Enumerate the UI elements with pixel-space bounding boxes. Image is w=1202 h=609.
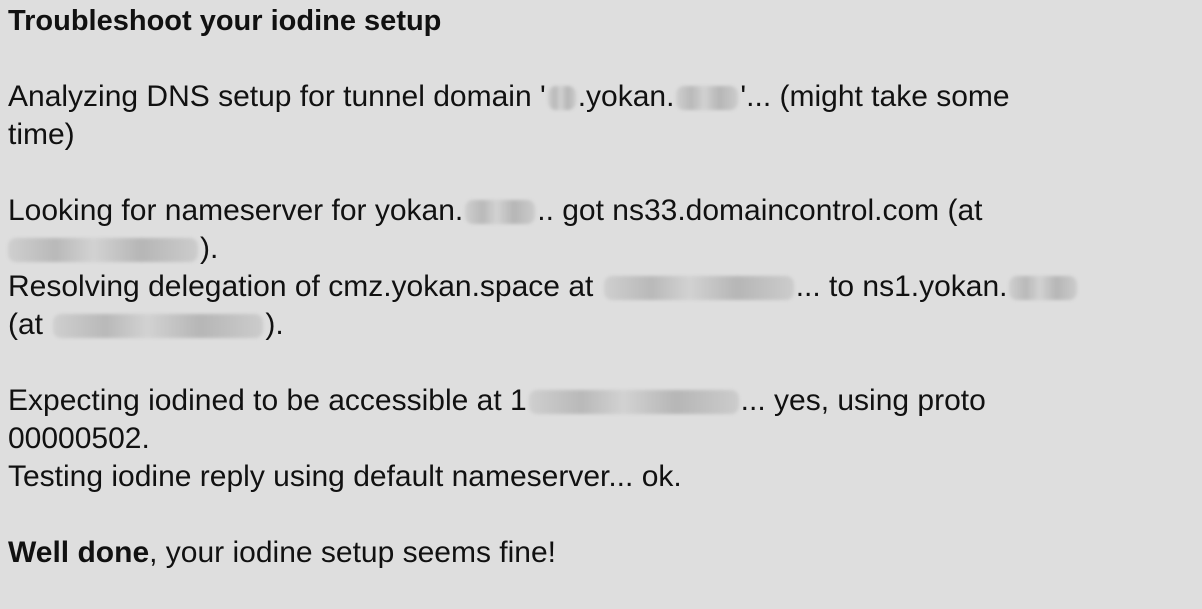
looking-line-1: Looking for nameserver for yokan. .. got … — [8, 192, 1173, 230]
looking-mid: .. got ns33.domaincontrol.com (at — [537, 194, 983, 227]
analyzing-prefix: Analyzing DNS setup for tunnel domain ' — [8, 80, 546, 113]
resolving-prefix: Resolving delegation of cmz.yokan.space … — [8, 270, 594, 303]
accessibility-message: Expecting iodined to be accessible at 1.… — [8, 382, 1173, 496]
page-title: Troubleshoot your iodine setup — [8, 5, 442, 37]
redacted-ip-address — [53, 314, 264, 339]
redacted-ip-address — [528, 390, 739, 415]
expecting-line-1: Expecting iodined to be accessible at 1.… — [8, 382, 1173, 420]
redacted-ip-address — [603, 276, 794, 301]
analyzing-line-2: time) — [8, 118, 75, 151]
redacted-tld — [676, 86, 739, 111]
looking-prefix: Looking for nameserver for yokan. — [8, 194, 464, 227]
analyzing-suffix: '... (might take some — [740, 80, 1010, 113]
testing-line: Testing iodine reply using default names… — [8, 460, 682, 493]
analyzing-domain-mid: .yokan. — [577, 80, 675, 113]
result-text: , your iodine setup seems fine! — [149, 536, 557, 569]
expecting-prefix: Expecting iodined to be accessible at 1 — [8, 384, 527, 417]
analyzing-message: Analyzing DNS setup for tunnel domain '.… — [8, 78, 1173, 154]
expecting-line-2: 00000502. — [8, 422, 150, 455]
troubleshoot-page: Troubleshoot your iodine setup Analyzing… — [0, 0, 1202, 609]
nameserver-message: Looking for nameserver for yokan. .. got … — [8, 192, 1173, 344]
resolving-line-1: Resolving delegation of cmz.yokan.space … — [8, 268, 1173, 306]
redacted-domain-tld — [465, 200, 536, 225]
analyzing-line-1: Analyzing DNS setup for tunnel domain '.… — [8, 78, 1173, 116]
redacted-ip-address — [8, 238, 198, 263]
result-emphasis: Well done — [8, 536, 150, 569]
looking-suffix: ). — [200, 232, 219, 265]
resolving-line-2: (at ). — [8, 306, 1173, 344]
looking-line-2: ). — [8, 230, 1173, 268]
resolving-mid: ... to ns1.yokan. — [795, 270, 1008, 303]
resolving-wrap-prefix: (at — [8, 308, 44, 341]
expecting-suffix: ... yes, using proto — [740, 384, 986, 417]
redacted-subdomain — [547, 86, 576, 111]
redacted-ns-tld — [1009, 276, 1078, 301]
resolving-suffix: ). — [265, 308, 284, 341]
result-message: Well done, your iodine setup seems fine! — [8, 534, 1173, 572]
